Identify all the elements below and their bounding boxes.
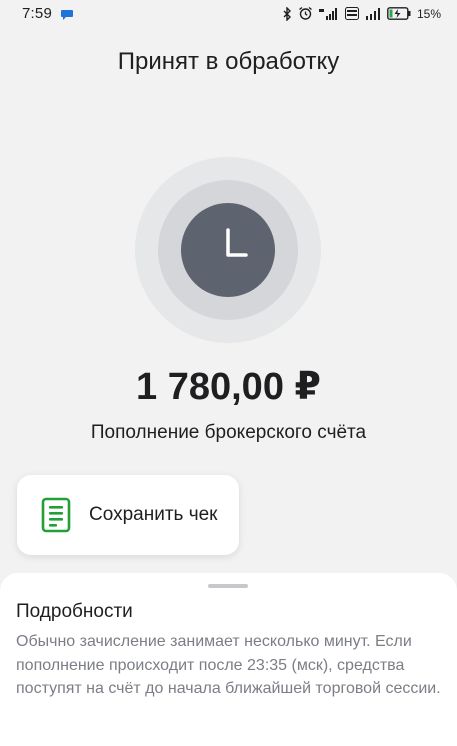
- signal-icon: [365, 7, 381, 20]
- details-sheet[interactable]: Подробности Обычно зачисление занимает н…: [0, 573, 457, 746]
- details-text: Обычно зачисление занимает несколько мин…: [16, 633, 441, 697]
- screen: 7:59 15% Принят в обработку 1 780,00 ₽ П…: [0, 0, 457, 746]
- page-title: Принят в обработку: [117, 48, 340, 75]
- battery-level: 15%: [416, 6, 441, 21]
- save-receipt-label: Сохранить чек: [89, 504, 218, 525]
- transaction-description: Пополнение брокерского счёта: [90, 422, 367, 443]
- status-icons: 15%: [282, 6, 441, 21]
- document-icon: [41, 497, 71, 533]
- status-time: 7:59: [22, 5, 52, 22]
- volte-icon: [344, 7, 359, 20]
- transaction-amount: 1 780,00 ₽: [136, 366, 321, 408]
- clock-icon: [226, 228, 248, 257]
- signal-icon: [318, 7, 339, 20]
- status-bar: 7:59 15%: [0, 0, 457, 28]
- battery-charging-icon: [387, 7, 411, 20]
- details-title: Подробности: [16, 601, 133, 622]
- alarm-icon: [298, 6, 313, 21]
- save-receipt-button[interactable]: Сохранить чек: [17, 475, 239, 555]
- message-bubble-icon: [60, 8, 74, 26]
- sheet-drag-handle[interactable]: [208, 584, 248, 588]
- bluetooth-icon: [282, 6, 292, 21]
